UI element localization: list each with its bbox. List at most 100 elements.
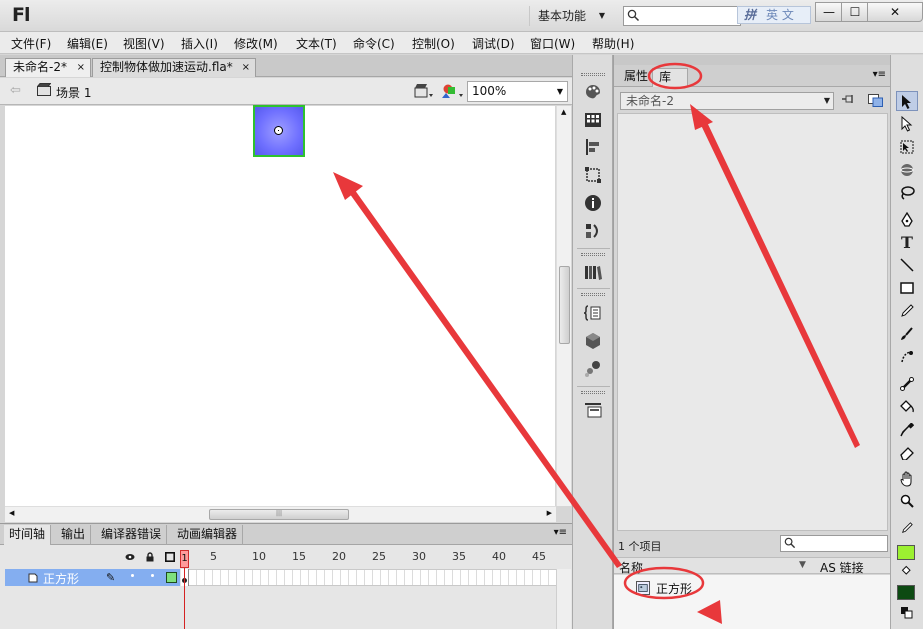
panel-menu-icon[interactable]: ▾≡ bbox=[554, 527, 567, 538]
swap-colors-icon[interactable] bbox=[896, 605, 918, 625]
help-search-input[interactable] bbox=[623, 6, 741, 26]
stage-horizontal-scrollbar[interactable]: ◀ ||| ▶ bbox=[5, 506, 556, 522]
lock-dot[interactable] bbox=[151, 574, 154, 577]
tab-untitled-2[interactable]: 未命名-2* × bbox=[5, 58, 91, 77]
hand-tool-icon[interactable] bbox=[896, 469, 918, 489]
project-icon[interactable] bbox=[583, 400, 603, 420]
pen-tool-icon[interactable] bbox=[896, 210, 918, 230]
layer-row[interactable]: 正方形 ✎ bbox=[5, 569, 180, 586]
edit-bar: ⇦ 场景 1 100% ▼ bbox=[0, 78, 572, 105]
library-search-input[interactable] bbox=[780, 535, 888, 552]
swatches-icon[interactable] bbox=[583, 110, 603, 130]
close-tab-icon[interactable]: × bbox=[242, 59, 250, 76]
deco-tool-icon[interactable] bbox=[896, 348, 918, 368]
lock-icon[interactable] bbox=[145, 552, 155, 562]
close-tab-icon[interactable]: × bbox=[77, 59, 85, 76]
tab-motion-editor[interactable]: 动画编辑器 bbox=[172, 525, 244, 545]
layer-icon bbox=[28, 573, 38, 583]
panel-grip[interactable] bbox=[581, 253, 605, 256]
zoom-select[interactable]: 100% ▼ bbox=[467, 81, 568, 102]
frame-cells[interactable] bbox=[181, 569, 556, 586]
scroll-right-icon[interactable]: ▶ bbox=[547, 509, 552, 517]
rectangle-tool-icon[interactable] bbox=[896, 279, 918, 299]
paint-bucket-tool-icon[interactable] bbox=[896, 398, 918, 418]
menu-control[interactable]: 控制(O) bbox=[412, 35, 455, 52]
timeline-scrollbar[interactable] bbox=[556, 569, 571, 629]
menu-insert[interactable]: 插入(I) bbox=[181, 35, 218, 52]
layer-name[interactable]: 正方形 bbox=[43, 570, 79, 587]
menu-edit[interactable]: 编辑(E) bbox=[67, 35, 108, 52]
panel-grip[interactable] bbox=[581, 73, 605, 76]
panel-menu-icon[interactable]: ▾≡ bbox=[873, 69, 886, 80]
edit-symbol-icon[interactable] bbox=[442, 82, 464, 100]
menu-modify[interactable]: 修改(M) bbox=[234, 35, 278, 52]
close-button[interactable]: ✕ bbox=[867, 2, 923, 22]
tab-library[interactable]: 库 bbox=[652, 68, 688, 87]
align-icon[interactable] bbox=[583, 137, 603, 157]
ime-indicator[interactable]: 拼 英 文 bbox=[737, 6, 811, 24]
selection-tool-icon[interactable] bbox=[896, 91, 918, 111]
eraser-tool-icon[interactable] bbox=[896, 444, 918, 464]
motion-presets-icon[interactable] bbox=[583, 359, 603, 379]
menu-window[interactable]: 窗口(W) bbox=[530, 35, 575, 52]
lasso-tool-icon[interactable] bbox=[896, 183, 918, 203]
edit-scene-icon[interactable] bbox=[414, 83, 434, 99]
eyedropper-tool-icon[interactable] bbox=[896, 421, 918, 441]
workspace-switcher[interactable]: 基本功能 ▼ bbox=[529, 6, 611, 26]
free-transform-tool-icon[interactable] bbox=[896, 137, 918, 157]
tab-timeline[interactable]: 时间轴 bbox=[4, 525, 52, 545]
menu-commands[interactable]: 命令(C) bbox=[353, 35, 395, 52]
panel-grip[interactable] bbox=[581, 391, 605, 394]
keyframe[interactable] bbox=[181, 569, 189, 586]
column-linkage[interactable]: AS 链接 bbox=[820, 559, 864, 576]
zoom-tool-icon[interactable] bbox=[896, 492, 918, 512]
components-icon[interactable] bbox=[583, 331, 603, 351]
eye-icon[interactable] bbox=[125, 552, 135, 562]
library-panel-icon[interactable] bbox=[583, 262, 603, 282]
menu-view[interactable]: 视图(V) bbox=[123, 35, 165, 52]
scroll-up-icon[interactable]: ▲ bbox=[561, 108, 566, 116]
subselection-tool-icon[interactable] bbox=[896, 114, 918, 134]
tab-output[interactable]: 输出 bbox=[56, 525, 92, 545]
stage[interactable] bbox=[5, 106, 555, 506]
playhead[interactable]: 1 bbox=[180, 550, 189, 568]
new-library-panel-icon[interactable] bbox=[868, 94, 883, 107]
3d-rotation-tool-icon[interactable] bbox=[896, 160, 918, 180]
menu-file[interactable]: 文件(F) bbox=[11, 35, 51, 52]
stroke-color-swatch[interactable] bbox=[897, 545, 915, 560]
info-icon[interactable] bbox=[583, 193, 603, 213]
tab-properties[interactable]: 属性 bbox=[618, 68, 654, 87]
scroll-thumb[interactable] bbox=[559, 266, 570, 344]
menu-text[interactable]: 文本(T) bbox=[296, 35, 337, 52]
menu-help[interactable]: 帮助(H) bbox=[592, 35, 634, 52]
tab-compiler-errors[interactable]: 编译器错误 bbox=[96, 525, 168, 545]
outline-icon[interactable] bbox=[165, 552, 175, 562]
line-tool-icon[interactable] bbox=[896, 256, 918, 276]
transform-icon[interactable] bbox=[583, 165, 603, 185]
menu-debug[interactable]: 调试(D) bbox=[472, 35, 515, 52]
fill-color-swatch[interactable] bbox=[897, 585, 915, 600]
minimize-button[interactable]: — bbox=[815, 2, 843, 22]
actions-icon[interactable] bbox=[583, 303, 603, 323]
column-name[interactable]: 名称 bbox=[619, 559, 643, 576]
color-panel-icon[interactable] bbox=[583, 82, 603, 102]
stroke-color-pencil-icon bbox=[896, 520, 918, 540]
scroll-left-icon[interactable]: ◀ bbox=[9, 509, 14, 517]
pencil-tool-icon[interactable] bbox=[896, 302, 918, 322]
bone-tool-icon[interactable] bbox=[896, 375, 918, 395]
stage-vertical-scrollbar[interactable]: ▲ bbox=[556, 106, 571, 506]
scene-panel-icon[interactable] bbox=[583, 221, 603, 241]
text-tool-icon[interactable]: T bbox=[896, 233, 918, 253]
pin-library-icon[interactable] bbox=[842, 94, 856, 106]
scroll-thumb[interactable]: ||| bbox=[209, 509, 349, 520]
library-document-select[interactable]: 未命名-2 ▼ bbox=[620, 92, 834, 110]
back-arrow-icon[interactable]: ⇦ bbox=[10, 83, 21, 98]
sort-icon[interactable]: ▼ bbox=[799, 560, 806, 570]
panel-grip[interactable] bbox=[581, 293, 605, 296]
layer-outline-color[interactable] bbox=[166, 572, 177, 583]
tab-accelerate-fla[interactable]: 控制物体做加速运动.fla* × bbox=[92, 58, 256, 77]
maximize-button[interactable]: ☐ bbox=[841, 2, 869, 22]
visibility-dot[interactable] bbox=[131, 574, 134, 577]
brush-tool-icon[interactable] bbox=[896, 325, 918, 345]
panel-grip[interactable] bbox=[614, 55, 891, 65]
